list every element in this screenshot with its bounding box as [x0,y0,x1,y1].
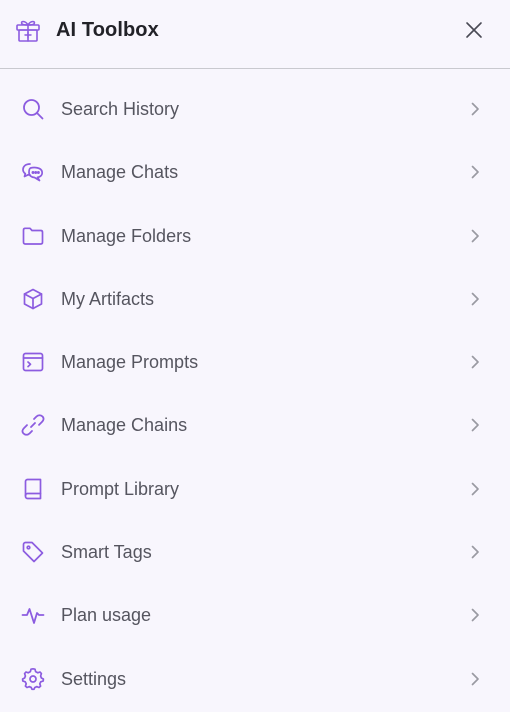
menu-item-settings[interactable]: Settings [0,648,510,711]
cube-icon [21,287,45,311]
menu-item-label: Settings [61,668,127,689]
search-icon [21,97,45,121]
link-icon [21,413,45,437]
close-icon [462,18,486,42]
gift-box-icon [14,16,42,44]
close-button[interactable] [462,18,486,42]
chevron-right-icon [466,163,484,181]
chevron-right-icon [466,543,484,561]
gear-icon [21,667,45,691]
menu-item-smart-tags[interactable]: Smart Tags [0,521,510,584]
panel-header: AI Toolbox [0,0,510,69]
terminal-window-icon [21,350,45,374]
ai-toolbox-panel: AI Toolbox Search History Manage Chats M… [0,0,510,712]
activity-icon [21,603,45,627]
chevron-right-icon [466,227,484,245]
menu-item-manage-prompts[interactable]: Manage Prompts [0,331,510,394]
menu-item-label: Manage Chains [61,415,188,436]
menu-item-my-artifacts[interactable]: My Artifacts [0,268,510,331]
menu-item-manage-folders[interactable]: Manage Folders [0,205,510,268]
menu-item-plan-usage[interactable]: Plan usage [0,584,510,647]
menu-item-label: Prompt Library [61,478,180,499]
menu-item-label: Plan usage [61,605,152,626]
menu-item-manage-chats[interactable]: Manage Chats [0,141,510,204]
menu-item-manage-chains[interactable]: Manage Chains [0,394,510,457]
toolbox-menu: Search History Manage Chats Manage Folde… [0,78,510,711]
chevron-right-icon [466,416,484,434]
chevron-right-icon [466,290,484,308]
chevron-right-icon [466,606,484,624]
menu-item-label: My Artifacts [61,288,155,309]
chevron-right-icon [466,670,484,688]
menu-item-label: Manage Prompts [61,352,199,373]
panel-title: AI Toolbox [56,19,159,41]
menu-item-search-history[interactable]: Search History [0,78,510,141]
book-icon [21,477,45,501]
chevron-right-icon [466,100,484,118]
chevron-right-icon [466,480,484,498]
menu-item-label: Manage Chats [61,162,179,183]
menu-item-label: Search History [61,99,180,119]
menu-item-label: Smart Tags [61,542,152,563]
menu-item-prompt-library[interactable]: Prompt Library [0,458,510,521]
menu-item-label: Manage Folders [61,225,192,246]
tag-icon [21,540,45,564]
folder-icon [21,224,45,248]
chat-bubbles-icon [21,160,45,184]
chevron-right-icon [466,353,484,371]
